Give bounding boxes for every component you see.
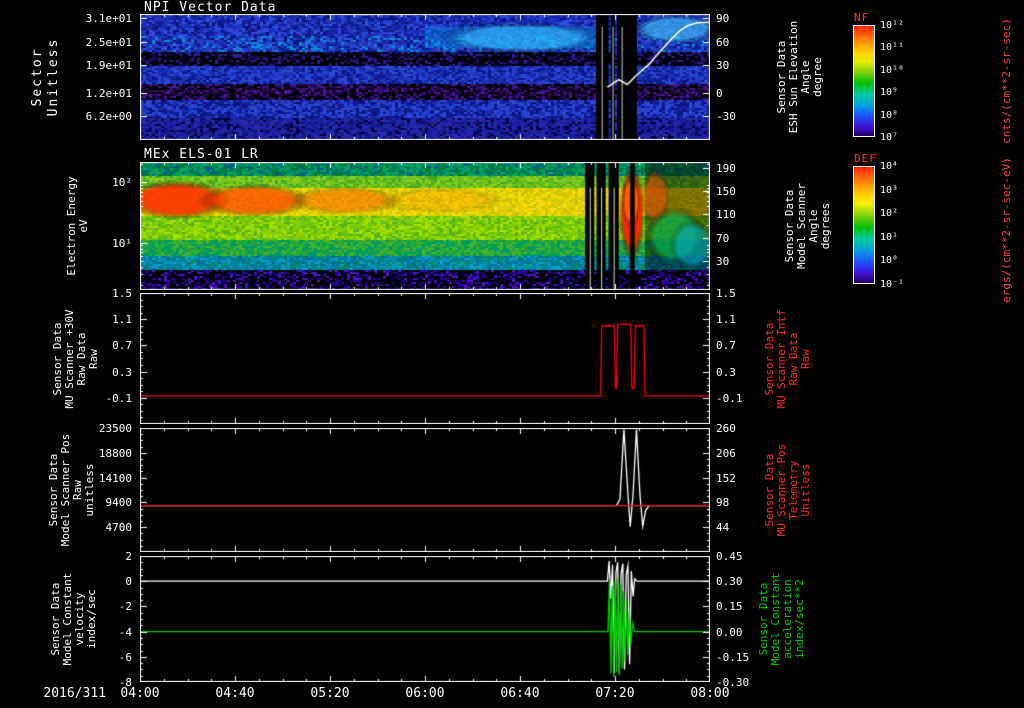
science-plot-screen: 3.1e+01 2.5e+01 1.9e+01 1.2e+01 6.2e+00 90 60 3… xyxy=(0,0,1024,708)
colorbar-gradient xyxy=(853,166,875,284)
y-tick-label-right: 110 xyxy=(716,208,736,222)
y-tick-label-right: 30 xyxy=(716,254,730,268)
y-tick-label-right: 1.1 xyxy=(716,313,736,327)
x-axis-tick-label: 05:20 xyxy=(310,686,350,701)
colorbar-tick-label: 10¹² xyxy=(880,20,905,31)
y-tick-label-right: 190 xyxy=(716,162,736,176)
y-tick-label-left: 6.2e+00 xyxy=(85,109,132,123)
y-tick-label-left: 2.5e+01 xyxy=(85,35,132,49)
colorbar-tick-label: 10³ xyxy=(880,184,899,196)
y-tick-label-right: 98 xyxy=(716,496,730,510)
y-tick-label-right: 0.7 xyxy=(716,339,736,353)
y-tick-label-right: -30 xyxy=(716,109,736,123)
x-axis-tick-label: 08:00 xyxy=(690,686,730,701)
date-label: 2016/311 xyxy=(43,686,106,701)
y-tick-label-right: 0.45 xyxy=(716,550,743,563)
y-tick-label-right: 152 xyxy=(716,471,736,485)
y-tick-label-left: 1.9e+01 xyxy=(85,59,132,73)
y-tick-label-right: 0.30 xyxy=(716,575,743,589)
y-tick-label-right: 1.5 xyxy=(716,287,736,300)
y-tick-label-right: 90 xyxy=(716,11,730,25)
model-scanner-pos-plot-canvas xyxy=(140,428,710,552)
y-tick-label-right: -0.1 xyxy=(716,391,743,405)
y-tick-label-left: 1.2e+01 xyxy=(85,86,132,100)
x-axis-tick-label: 06:00 xyxy=(405,686,445,701)
y-tick-label-right: 60 xyxy=(716,35,730,49)
y-tick-label-right: 0.3 xyxy=(716,365,736,379)
y-tick-label-right: -0.15 xyxy=(716,650,750,664)
npi-vector-data-right-axis-title-text: Sensor Data ESH Sun Elevation Angle degr… xyxy=(775,20,824,134)
model-constant-right-axis-title-text: Sensor Data Model Constant acceleration … xyxy=(757,572,806,666)
y-tick-label-right: 260 xyxy=(716,422,736,435)
y-tick-label-right: 206 xyxy=(716,446,736,460)
colorbar-tick-label: 10⁻¹ xyxy=(880,279,905,290)
colorbar-unit-text: ergs/(cm**2-sr-sec-eV) xyxy=(1000,157,1013,303)
colorbar-tick-label: 10¹⁰ xyxy=(880,64,905,76)
colorbar-title: NF xyxy=(854,11,870,24)
colorbar-tick-label: 10² xyxy=(880,208,899,220)
y-tick-label-right: 0.15 xyxy=(716,600,743,614)
npi-vector-data-plot-canvas xyxy=(140,14,710,140)
npi-vector-data-left-axis-title-text: Sector Unitless xyxy=(30,37,61,117)
colorbar-tick-label: 10⁹ xyxy=(880,87,899,99)
y-tick-label-right: 30 xyxy=(716,59,730,73)
colorbar-tick-label: 10⁸ xyxy=(880,109,899,121)
panel-els-title: MEx ELS-01 LR xyxy=(144,147,259,162)
panel-npi-title: NPI Vector Data xyxy=(144,0,277,15)
y-tick-label-left: 3.1e+01 xyxy=(85,11,132,25)
x-axis-tick-label: 04:40 xyxy=(215,686,255,701)
colorbar-tick-label: 10¹¹ xyxy=(880,42,905,54)
figure-layers: 3.1e+01 2.5e+01 1.9e+01 1.2e+01 6.2e+00 90 60 3… xyxy=(0,0,1024,708)
y-tick-label-right: 150 xyxy=(716,185,736,199)
x-axis-tick-label: 07:20 xyxy=(595,686,635,701)
colorbar-tick-label: 10⁰ xyxy=(880,255,899,267)
colorbar-tick-label: 10⁴ xyxy=(880,161,899,172)
colorbar-gradient xyxy=(853,25,875,137)
y-tick-label-right: 44 xyxy=(716,521,730,535)
colorbar-title: DEF xyxy=(854,152,877,165)
y-tick-label-right: 0.00 xyxy=(716,625,743,639)
mex-els-01-lr-plot-canvas xyxy=(140,162,710,290)
colorbar-tick-label: 10⁷ xyxy=(880,132,899,143)
model-constant-plot-canvas xyxy=(140,556,710,682)
x-axis-tick-label: 06:40 xyxy=(500,686,540,701)
model-constant-left-axis-title-text: Sensor Data Model Constant velocity inde… xyxy=(49,572,98,666)
colorbar-tick-label: 10¹ xyxy=(880,231,899,243)
y-tick-label-right: 70 xyxy=(716,231,730,245)
x-axis-tick-label: 04:00 xyxy=(120,686,160,701)
y-tick-label-right: 0 xyxy=(716,86,723,100)
mu-scanner-30v-plot-canvas xyxy=(140,293,710,424)
